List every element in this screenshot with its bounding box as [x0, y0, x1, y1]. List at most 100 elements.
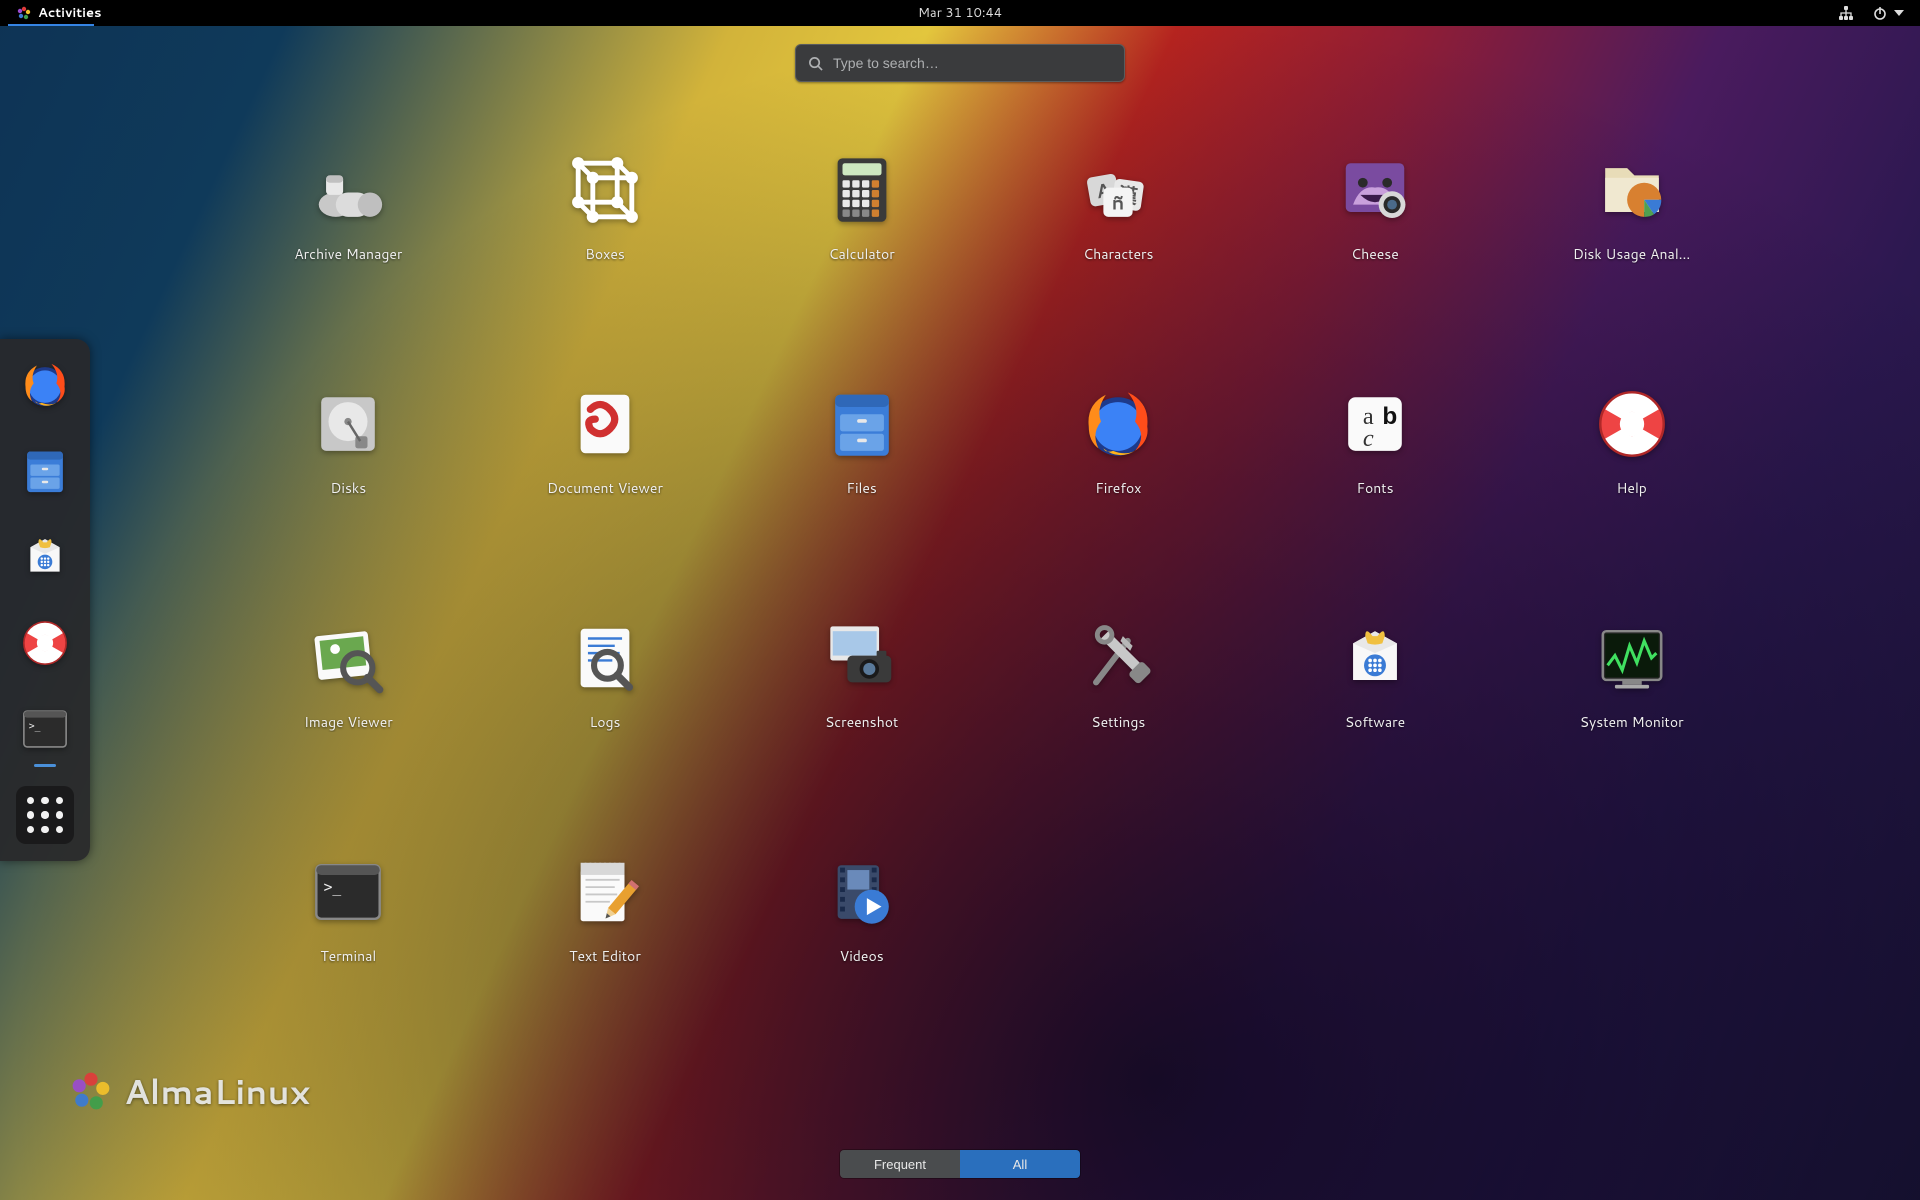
activities-button[interactable]: Activities [8, 0, 110, 26]
svg-text:c: c [1363, 425, 1374, 452]
calculator-icon [822, 150, 902, 230]
network-icon [1838, 5, 1854, 21]
app-label: Videos [840, 946, 884, 966]
image-viewer-icon [308, 618, 388, 698]
text-editor-icon [565, 852, 645, 932]
app-label: Help [1616, 478, 1646, 498]
app-label: Document Viewer [547, 478, 663, 498]
app-disks[interactable]: Disks [258, 384, 438, 498]
app-text-editor[interactable]: Text Editor [515, 852, 695, 966]
app-label: Text Editor [569, 946, 641, 966]
screenshot-icon [822, 618, 902, 698]
app-label: Screenshot [825, 712, 898, 732]
distro-name: AlmaLinux [124, 1067, 310, 1115]
firefox-icon [19, 359, 71, 411]
software-icon [1335, 618, 1415, 698]
document-viewer-icon [565, 384, 645, 464]
svg-text:>_: >_ [29, 721, 41, 732]
disk-usage-icon [1592, 150, 1672, 230]
app-settings[interactable]: Settings [1028, 618, 1208, 732]
svg-text:b: b [1382, 403, 1397, 430]
all-tab[interactable]: All [960, 1150, 1080, 1178]
clock[interactable]: Mar 31 10:44 [918, 4, 1002, 22]
search-icon [808, 56, 823, 71]
cheese-icon [1335, 150, 1415, 230]
characters-icon: A 漢 ñ [1078, 150, 1158, 230]
app-label: Image Viewer [304, 712, 393, 732]
app-label: Fonts [1356, 478, 1393, 498]
dash: >_ [0, 339, 90, 861]
app-screenshot[interactable]: Screenshot [772, 618, 952, 732]
power-icon [1872, 5, 1888, 21]
app-terminal[interactable]: >_ Terminal [258, 852, 438, 966]
app-label: Disk Usage Anal… [1573, 244, 1691, 264]
app-image-viewer[interactable]: Image Viewer [258, 618, 438, 732]
files-icon [19, 445, 71, 497]
app-label: Calculator [829, 244, 895, 264]
view-toggle: Frequent All [840, 1150, 1080, 1178]
dash-item-terminal[interactable]: >_ [15, 699, 75, 759]
dash-item-files[interactable] [15, 441, 75, 501]
app-label: Firefox [1095, 478, 1141, 498]
applications-grid: Archive Manager Boxes Calculator A [220, 150, 1760, 966]
app-label: Archive Manager [294, 244, 402, 264]
app-characters[interactable]: A 漢 ñ Characters [1028, 150, 1208, 264]
disks-icon [308, 384, 388, 464]
help-icon [1592, 384, 1672, 464]
app-help[interactable]: Help [1542, 384, 1722, 498]
app-label: Logs [589, 712, 620, 732]
boxes-icon [565, 150, 645, 230]
dash-item-help[interactable] [15, 613, 75, 673]
frequent-tab[interactable]: Frequent [840, 1150, 960, 1178]
settings-icon [1078, 618, 1158, 698]
app-label: Boxes [585, 244, 625, 264]
app-software[interactable]: Software [1285, 618, 1465, 732]
files-icon [822, 384, 902, 464]
app-label: Settings [1091, 712, 1145, 732]
activities-active-indicator [8, 24, 94, 26]
dash-item-firefox[interactable] [15, 355, 75, 415]
system-monitor-icon [1592, 618, 1672, 698]
help-icon [19, 617, 71, 669]
app-cheese[interactable]: Cheese [1285, 150, 1465, 264]
terminal-icon: >_ [19, 703, 71, 755]
app-boxes[interactable]: Boxes [515, 150, 695, 264]
top-bar: Activities Mar 31 10:44 [0, 0, 1920, 26]
app-label: Characters [1083, 244, 1153, 264]
app-disk-usage[interactable]: Disk Usage Anal… [1542, 150, 1722, 264]
app-system-monitor[interactable]: System Monitor [1542, 618, 1722, 732]
search-input[interactable] [833, 55, 1112, 71]
almalinux-logo-icon [16, 5, 32, 21]
app-logs[interactable]: Logs [515, 618, 695, 732]
app-label: Files [846, 478, 876, 498]
logs-icon [565, 618, 645, 698]
dash-item-software[interactable] [15, 527, 75, 587]
app-label: Terminal [320, 946, 376, 966]
svg-text:ñ: ñ [1112, 190, 1125, 217]
app-label: Disks [330, 478, 366, 498]
fonts-icon: a b c [1335, 384, 1415, 464]
app-label: System Monitor [1580, 712, 1684, 732]
search-container [795, 44, 1125, 82]
app-fonts[interactable]: a b c Fonts [1285, 384, 1465, 498]
search-box[interactable] [795, 44, 1125, 82]
app-firefox[interactable]: Firefox [1028, 384, 1208, 498]
distro-branding: AlmaLinux [70, 1067, 310, 1115]
app-calculator[interactable]: Calculator [772, 150, 952, 264]
svg-text:>_: >_ [324, 879, 342, 896]
app-files[interactable]: Files [772, 384, 952, 498]
app-label: Software [1345, 712, 1405, 732]
dash-show-applications[interactable] [15, 785, 75, 845]
chevron-down-icon [1894, 10, 1904, 16]
running-indicator [34, 764, 56, 767]
app-videos[interactable]: Videos [772, 852, 952, 966]
applications-grid-icon [16, 786, 74, 844]
app-document-viewer[interactable]: Document Viewer [515, 384, 695, 498]
archive-manager-icon [308, 150, 388, 230]
system-status-area[interactable] [1838, 0, 1920, 26]
firefox-icon [1078, 384, 1158, 464]
app-archive-manager[interactable]: Archive Manager [258, 150, 438, 264]
almalinux-logo-icon [70, 1070, 112, 1112]
videos-icon [822, 852, 902, 932]
activities-label: Activities [38, 4, 102, 22]
